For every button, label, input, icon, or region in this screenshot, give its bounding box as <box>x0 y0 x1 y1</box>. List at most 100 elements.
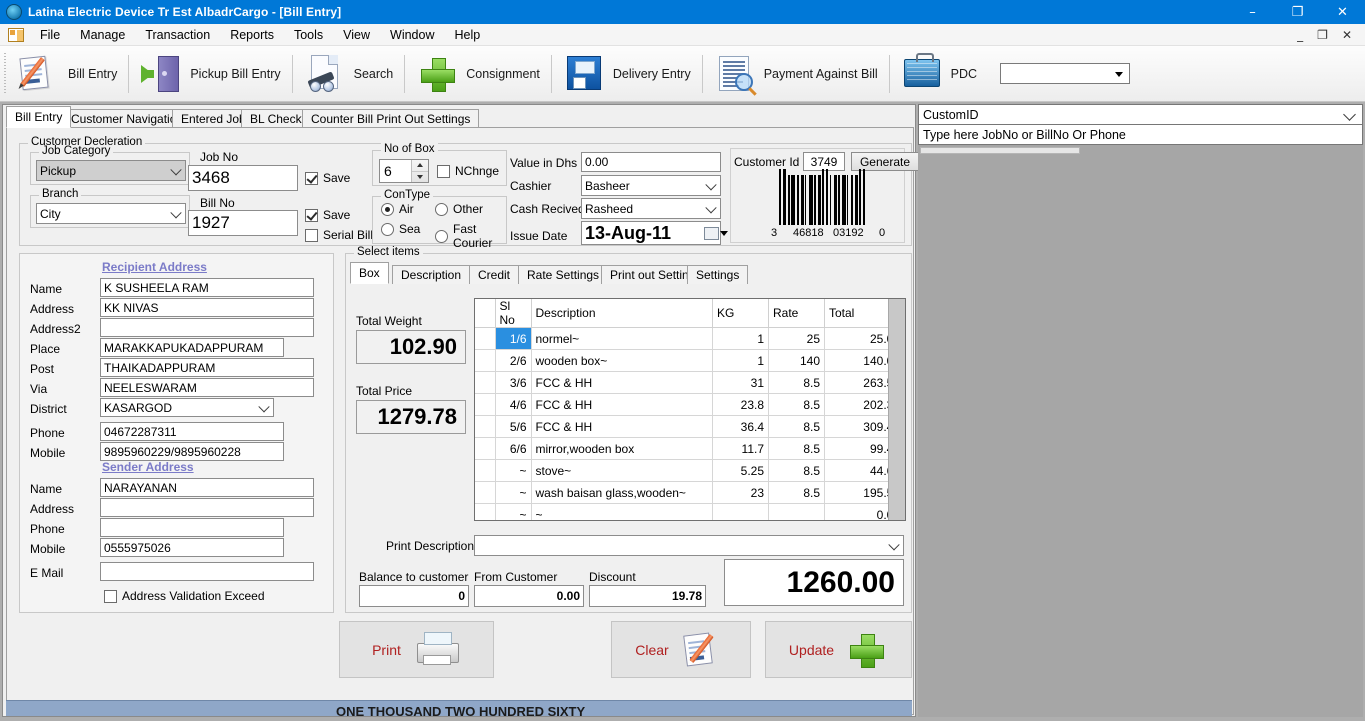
menu-item-reports[interactable]: Reports <box>220 25 284 45</box>
table-row[interactable]: 1/6 normel~ 1 25 25.00 <box>475 327 905 350</box>
menu-item-transaction[interactable]: Transaction <box>135 25 220 45</box>
value-in-dhs-input[interactable]: 0.00 <box>581 152 721 172</box>
menu-item-help[interactable]: Help <box>445 25 491 45</box>
cell-slno[interactable]: ~ <box>495 503 532 520</box>
cell-description[interactable]: FCC & HH <box>531 393 713 416</box>
bill-no-save-checkbox[interactable]: Save <box>305 208 350 222</box>
toolbar-button-payment-against-bill[interactable]: Payment Against Bill <box>705 49 887 99</box>
cell-slno[interactable]: ~ <box>495 481 532 504</box>
toolbar-grip[interactable] <box>2 52 9 95</box>
cell-slno[interactable]: 4/6 <box>495 393 532 416</box>
spinner-down-icon[interactable] <box>412 172 428 183</box>
toolbar-button-search[interactable]: Search <box>295 49 403 99</box>
sender-phone-input[interactable] <box>100 518 284 537</box>
cell-rate[interactable]: 8.5 <box>768 437 825 460</box>
cell-kg[interactable]: 23 <box>712 481 769 504</box>
mdi-system-icon[interactable] <box>8 27 24 42</box>
table-row[interactable]: 3/6 FCC & HH 31 8.5 263.50 <box>475 371 905 394</box>
cell-slno[interactable]: 3/6 <box>495 371 532 394</box>
toolbar-button-bill-entry[interactable]: Bill Entry <box>9 49 126 99</box>
cell-description[interactable]: ~ <box>531 503 713 520</box>
generate-button[interactable]: Generate <box>851 152 919 171</box>
cell-kg[interactable]: 31 <box>712 371 769 394</box>
serial-bill-checkbox[interactable]: Serial Bill <box>305 228 373 242</box>
row-header-cell[interactable] <box>475 503 496 520</box>
sender-email-input[interactable] <box>100 562 314 581</box>
cell-description[interactable]: FCC & HH <box>531 415 713 438</box>
items-grid[interactable]: Sl No Description KG Rate Total 1/6 norm… <box>474 298 906 521</box>
cell-slno[interactable]: 2/6 <box>495 349 532 372</box>
menu-item-tools[interactable]: Tools <box>284 25 333 45</box>
tab-bl-check[interactable]: BL Check <box>241 109 311 128</box>
cell-kg[interactable]: 5.25 <box>712 459 769 482</box>
print-description-select[interactable] <box>474 535 904 556</box>
recipient-name-input[interactable]: K SUSHEELA RAM <box>100 278 314 297</box>
search-results-scrollbar[interactable] <box>920 147 1080 154</box>
cash-recived-select[interactable]: Rasheed <box>581 198 721 219</box>
row-header-cell[interactable] <box>475 415 496 438</box>
tab-credit[interactable]: Credit <box>469 265 520 284</box>
balance-to-customer-input[interactable]: 0 <box>359 585 469 607</box>
close-button[interactable]: ✕ <box>1320 0 1365 24</box>
row-header-cell[interactable] <box>475 437 496 460</box>
cell-rate[interactable]: 8.5 <box>768 459 825 482</box>
spinner-up-icon[interactable] <box>412 160 428 172</box>
contype-radio-fast-courier[interactable]: Fast Courier <box>435 222 506 250</box>
cell-slno[interactable]: 6/6 <box>495 437 532 460</box>
cell-rate[interactable]: 8.5 <box>768 415 825 438</box>
customer-id-input[interactable]: 3749 <box>803 152 845 171</box>
cell-kg[interactable]: 23.8 <box>712 393 769 416</box>
sender-address-input[interactable] <box>100 498 314 517</box>
recipient-phone-input[interactable]: 04672287311 <box>100 422 284 441</box>
cell-kg[interactable] <box>712 503 769 520</box>
cell-slno[interactable]: 1/6 <box>495 327 532 350</box>
table-row[interactable]: 5/6 FCC & HH 36.4 8.5 309.40 <box>475 415 905 438</box>
branch-select[interactable]: City <box>36 203 186 224</box>
tab-counter-bill-print-out-settings[interactable]: Counter Bill Print Out Settings <box>302 109 480 128</box>
bill-no-input[interactable]: 1927 <box>188 210 298 236</box>
table-row[interactable]: ~ wash baisan glass,wooden~ 23 8.5 195.5… <box>475 481 905 504</box>
table-row[interactable]: 6/6 mirror,wooden box 11.7 8.5 99.45 <box>475 437 905 460</box>
cell-rate[interactable] <box>768 503 825 520</box>
print-button[interactable]: Print <box>339 621 494 678</box>
tab-bill-entry[interactable]: Bill Entry <box>6 106 72 128</box>
no-of-box-stepper[interactable]: 6 <box>379 159 429 183</box>
menu-item-window[interactable]: Window <box>380 25 444 45</box>
recipient-place-input[interactable]: MARAKKAPUKADAPPURAM <box>100 338 284 357</box>
menu-item-view[interactable]: View <box>333 25 380 45</box>
mdi-minimize-button[interactable]: _ <box>1290 28 1310 42</box>
address-validation-exceed-checkbox[interactable]: Address Validation Exceed <box>104 589 265 603</box>
recipient-via-input[interactable]: NEELESWARAM <box>100 378 314 397</box>
cell-description[interactable]: wooden box~ <box>531 349 713 372</box>
job-category-select[interactable]: Pickup <box>36 160 186 181</box>
discount-input[interactable]: 19.78 <box>589 585 706 607</box>
update-button[interactable]: Update <box>765 621 912 678</box>
cell-kg[interactable]: 1 <box>712 327 769 350</box>
row-header-cell[interactable] <box>475 349 496 372</box>
contype-radio-sea[interactable]: Sea <box>381 222 420 236</box>
grid-col-rate[interactable]: Rate <box>768 299 825 328</box>
toolbar-button-consignment[interactable]: Consignment <box>407 49 549 99</box>
recipient-post-input[interactable]: THAIKADAPPURAM <box>100 358 314 377</box>
cashier-select[interactable]: Basheer <box>581 175 721 196</box>
sender-mobile-input[interactable]: 0555975026 <box>100 538 284 557</box>
issue-date-dropdown-icon[interactable] <box>720 231 728 236</box>
cell-rate[interactable]: 8.5 <box>768 481 825 504</box>
cell-description[interactable]: mirror,wooden box <box>531 437 713 460</box>
recipient-address-input[interactable]: KK NIVAS <box>100 298 314 317</box>
nchnge-checkbox[interactable]: NChnge <box>437 164 499 178</box>
no-of-box-spinner-arrows[interactable] <box>411 160 428 182</box>
cell-rate[interactable]: 8.5 <box>768 393 825 416</box>
tab-rate-settings[interactable]: Rate Settings <box>518 265 609 284</box>
recipient-address2-input[interactable] <box>100 318 314 337</box>
calendar-icon[interactable] <box>704 227 719 240</box>
recipient-mobile-input[interactable]: 9895960229/9895960228 <box>100 442 284 461</box>
search-mode-select[interactable]: CustomID <box>918 104 1363 125</box>
job-no-save-checkbox[interactable]: Save <box>305 171 350 185</box>
tab-box[interactable]: Box <box>350 262 389 284</box>
items-grid-scrollbar[interactable] <box>888 299 905 520</box>
recipient-district-select[interactable]: KASARGOD <box>100 398 274 417</box>
cell-rate[interactable]: 25 <box>768 327 825 350</box>
toolbar-button-delivery-entry[interactable]: Delivery Entry <box>554 49 700 99</box>
toolbar-button-pdc[interactable]: PDC <box>892 49 986 99</box>
